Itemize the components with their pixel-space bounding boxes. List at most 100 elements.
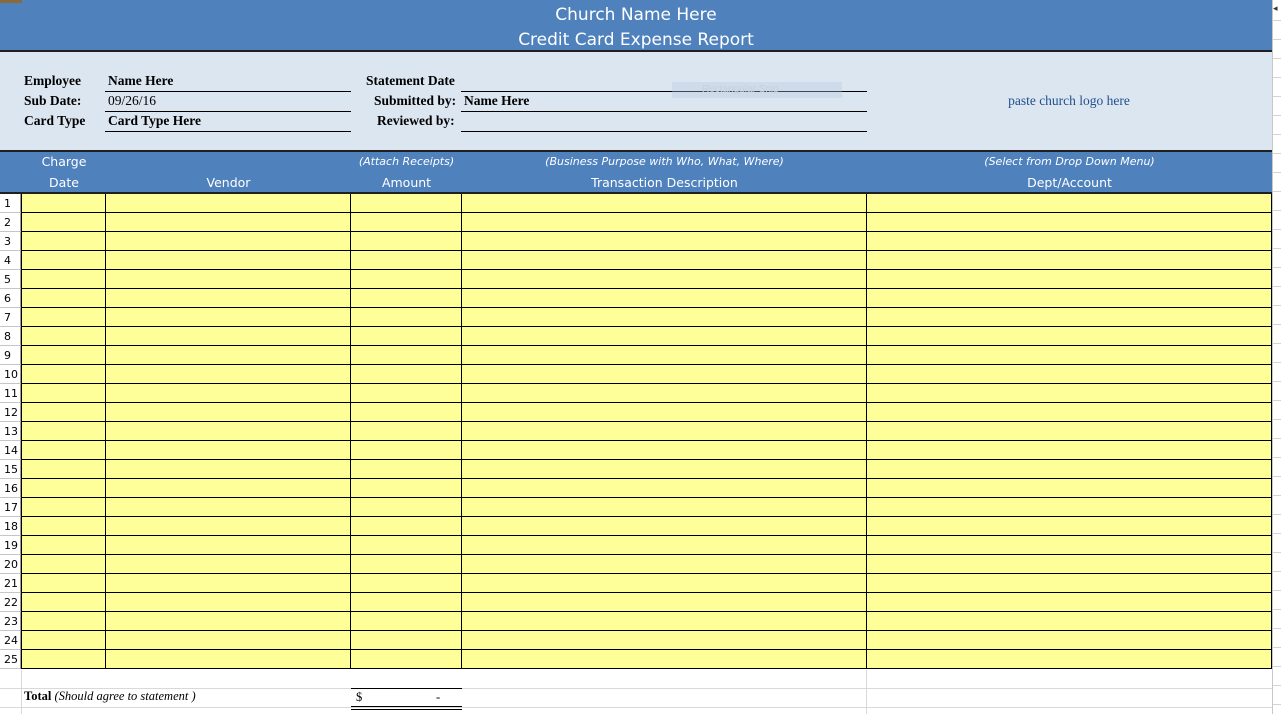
dept-cell[interactable] bbox=[867, 422, 1272, 441]
description-cell[interactable] bbox=[462, 517, 867, 536]
dept-cell[interactable] bbox=[867, 593, 1272, 612]
dept-cell[interactable] bbox=[867, 574, 1272, 593]
dept-cell[interactable] bbox=[867, 308, 1272, 327]
submitted-by-field[interactable]: Name Here bbox=[464, 93, 529, 109]
dept-cell[interactable] bbox=[867, 194, 1272, 213]
dept-cell[interactable] bbox=[867, 346, 1272, 365]
description-cell[interactable] bbox=[462, 498, 867, 517]
dept-cell[interactable] bbox=[867, 270, 1272, 289]
vendor-cell[interactable] bbox=[106, 346, 351, 365]
date-cell[interactable] bbox=[21, 403, 106, 422]
dept-cell[interactable] bbox=[867, 232, 1272, 251]
date-cell[interactable] bbox=[21, 593, 106, 612]
date-cell[interactable] bbox=[21, 194, 106, 213]
row-number[interactable]: 16 bbox=[0, 479, 21, 498]
vendor-cell[interactable] bbox=[106, 460, 351, 479]
amount-cell[interactable] bbox=[351, 460, 462, 479]
vendor-cell[interactable] bbox=[106, 365, 351, 384]
description-cell[interactable] bbox=[462, 612, 867, 631]
date-cell[interactable] bbox=[21, 460, 106, 479]
row-number[interactable]: 5 bbox=[0, 270, 21, 289]
description-cell[interactable] bbox=[462, 593, 867, 612]
vendor-cell[interactable] bbox=[106, 327, 351, 346]
dept-cell[interactable] bbox=[867, 517, 1272, 536]
vendor-cell[interactable] bbox=[106, 517, 351, 536]
row-number[interactable]: 7 bbox=[0, 308, 21, 327]
date-cell[interactable] bbox=[21, 213, 106, 232]
amount-cell[interactable] bbox=[351, 574, 462, 593]
row-number[interactable]: 9 bbox=[0, 346, 21, 365]
description-cell[interactable] bbox=[462, 365, 867, 384]
vendor-cell[interactable] bbox=[106, 308, 351, 327]
vendor-cell[interactable] bbox=[106, 232, 351, 251]
description-cell[interactable] bbox=[462, 232, 867, 251]
description-cell[interactable] bbox=[462, 441, 867, 460]
vendor-cell[interactable] bbox=[106, 213, 351, 232]
amount-cell[interactable] bbox=[351, 650, 462, 669]
dept-cell[interactable] bbox=[867, 536, 1272, 555]
vendor-cell[interactable] bbox=[106, 612, 351, 631]
description-cell[interactable] bbox=[462, 422, 867, 441]
amount-cell[interactable] bbox=[351, 289, 462, 308]
amount-cell[interactable] bbox=[351, 346, 462, 365]
vendor-cell[interactable] bbox=[106, 251, 351, 270]
description-cell[interactable] bbox=[462, 327, 867, 346]
date-cell[interactable] bbox=[21, 270, 106, 289]
description-cell[interactable] bbox=[462, 384, 867, 403]
amount-cell[interactable] bbox=[351, 517, 462, 536]
row-number[interactable]: 2 bbox=[0, 213, 21, 232]
dept-cell[interactable] bbox=[867, 403, 1272, 422]
vendor-cell[interactable] bbox=[106, 441, 351, 460]
amount-cell[interactable] bbox=[351, 631, 462, 650]
vendor-cell[interactable] bbox=[106, 574, 351, 593]
description-cell[interactable] bbox=[462, 460, 867, 479]
amount-cell[interactable] bbox=[351, 403, 462, 422]
row-number[interactable]: 23 bbox=[0, 612, 21, 631]
description-cell[interactable] bbox=[462, 536, 867, 555]
vendor-cell[interactable] bbox=[106, 650, 351, 669]
vendor-cell[interactable] bbox=[106, 479, 351, 498]
date-cell[interactable] bbox=[21, 612, 106, 631]
date-cell[interactable] bbox=[21, 441, 106, 460]
amount-cell[interactable] bbox=[351, 213, 462, 232]
vendor-cell[interactable] bbox=[106, 422, 351, 441]
row-number[interactable]: 21 bbox=[0, 574, 21, 593]
row-number[interactable]: 4 bbox=[0, 251, 21, 270]
amount-cell[interactable] bbox=[351, 384, 462, 403]
dept-cell[interactable] bbox=[867, 441, 1272, 460]
dept-cell[interactable] bbox=[867, 289, 1272, 308]
amount-cell[interactable] bbox=[351, 479, 462, 498]
date-cell[interactable] bbox=[21, 365, 106, 384]
description-cell[interactable] bbox=[462, 555, 867, 574]
amount-cell[interactable] bbox=[351, 194, 462, 213]
description-cell[interactable] bbox=[462, 270, 867, 289]
amount-cell[interactable] bbox=[351, 422, 462, 441]
date-cell[interactable] bbox=[21, 346, 106, 365]
description-cell[interactable] bbox=[462, 650, 867, 669]
sub-date-field[interactable]: 09/26/16 bbox=[108, 93, 156, 109]
vendor-cell[interactable] bbox=[106, 536, 351, 555]
date-cell[interactable] bbox=[21, 631, 106, 650]
amount-cell[interactable] bbox=[351, 270, 462, 289]
date-cell[interactable] bbox=[21, 308, 106, 327]
description-cell[interactable] bbox=[462, 194, 867, 213]
dept-cell[interactable] bbox=[867, 555, 1272, 574]
amount-cell[interactable] bbox=[351, 593, 462, 612]
dept-cell[interactable] bbox=[867, 498, 1272, 517]
card-type-field[interactable]: Card Type Here bbox=[108, 113, 201, 129]
scroll-left-icon[interactable]: ◂ bbox=[1273, 3, 1281, 13]
row-number[interactable]: 18 bbox=[0, 517, 21, 536]
row-number[interactable]: 22 bbox=[0, 593, 21, 612]
amount-cell[interactable] bbox=[351, 536, 462, 555]
description-cell[interactable] bbox=[462, 346, 867, 365]
description-cell[interactable] bbox=[462, 251, 867, 270]
description-cell[interactable] bbox=[462, 479, 867, 498]
date-cell[interactable] bbox=[21, 517, 106, 536]
row-number[interactable]: 6 bbox=[0, 289, 21, 308]
row-number[interactable]: 11 bbox=[0, 384, 21, 403]
dept-cell[interactable] bbox=[867, 251, 1272, 270]
logo-placeholder[interactable]: paste church logo here bbox=[870, 93, 1268, 109]
description-cell[interactable] bbox=[462, 213, 867, 232]
date-cell[interactable] bbox=[21, 555, 106, 574]
row-number[interactable]: 8 bbox=[0, 327, 21, 346]
